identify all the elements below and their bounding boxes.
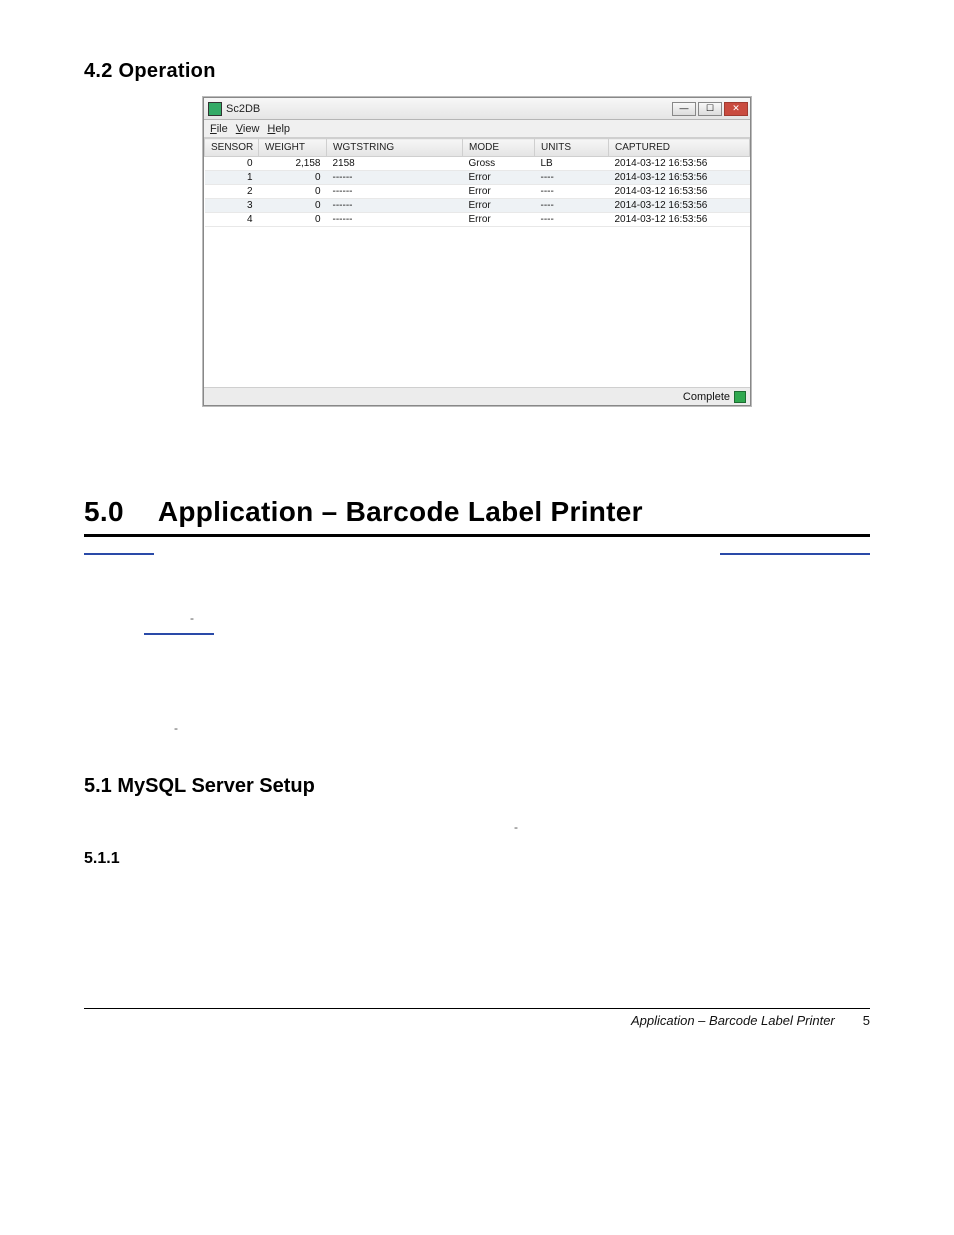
app-icon — [208, 102, 222, 116]
heading-5-1-1: 5.1.1 — [84, 850, 870, 868]
col-units[interactable]: UNITS — [535, 139, 609, 157]
maximize-icon[interactable]: ☐ — [698, 102, 722, 116]
table-row[interactable]: 0 2,158 2158 Gross LB 2014-03-12 16:53:5… — [205, 157, 750, 171]
col-captured[interactable]: CAPTURED — [609, 139, 750, 157]
table-row[interactable]: 3 0 ------ Error ---- 2014-03-12 16:53:5… — [205, 199, 750, 213]
heading-5-1: 5.1 MySQL Server Setup — [84, 775, 870, 798]
table-row[interactable]: 4 0 ------ Error ---- 2014-03-12 16:53:5… — [205, 213, 750, 227]
close-icon[interactable]: ✕ — [724, 102, 748, 116]
footer-text: Application – Barcode Label Printer — [631, 1013, 835, 1028]
heading-5-0-number: 5.0 — [84, 496, 124, 528]
grid-empty-area — [204, 227, 750, 387]
status-text: Complete — [683, 391, 730, 403]
table-row[interactable]: 1 0 ------ Error ---- 2014-03-12 16:53:5… — [205, 171, 750, 185]
link-stub — [720, 553, 870, 555]
menu-help[interactable]: Help — [267, 123, 290, 135]
menu-view[interactable]: View — [236, 123, 260, 135]
sc2db-window: Sc2DB — ☐ ✕ File View Help SENSOR WEIGHT… — [203, 97, 751, 406]
dash-mark: - — [514, 820, 870, 834]
window-title: Sc2DB — [226, 103, 672, 115]
grid-header-row: SENSOR WEIGHT WGTSTRING MODE UNITS CAPTU… — [205, 139, 750, 157]
heading-5-0: 5.0 Application – Barcode Label Printer — [84, 496, 870, 528]
col-sensor[interactable]: SENSOR — [205, 139, 259, 157]
table-row[interactable]: 2 0 ------ Error ---- 2014-03-12 16:53:5… — [205, 185, 750, 199]
heading-5-0-title: Application – Barcode Label Printer — [158, 496, 643, 528]
link-stub — [84, 553, 154, 555]
statusbar: Complete — [204, 387, 750, 405]
col-mode[interactable]: MODE — [463, 139, 535, 157]
col-weight[interactable]: WEIGHT — [259, 139, 327, 157]
menu-file[interactable]: File — [210, 123, 228, 135]
col-wgtstring[interactable]: WGTSTRING — [327, 139, 463, 157]
dash-mark: - — [190, 611, 870, 625]
data-grid[interactable]: SENSOR WEIGHT WGTSTRING MODE UNITS CAPTU… — [204, 138, 750, 387]
heading-4-2: 4.2 Operation — [84, 60, 870, 83]
status-led-icon — [734, 391, 746, 403]
page-footer: Application – Barcode Label Printer 5 — [84, 1013, 870, 1028]
dash-mark: - — [174, 721, 870, 735]
minimize-icon[interactable]: — — [672, 102, 696, 116]
titlebar: Sc2DB — ☐ ✕ — [204, 98, 750, 120]
footer-rule — [84, 1008, 870, 1009]
menubar: File View Help — [204, 120, 750, 138]
page-number: 5 — [863, 1013, 870, 1028]
heading-rule — [84, 534, 870, 537]
